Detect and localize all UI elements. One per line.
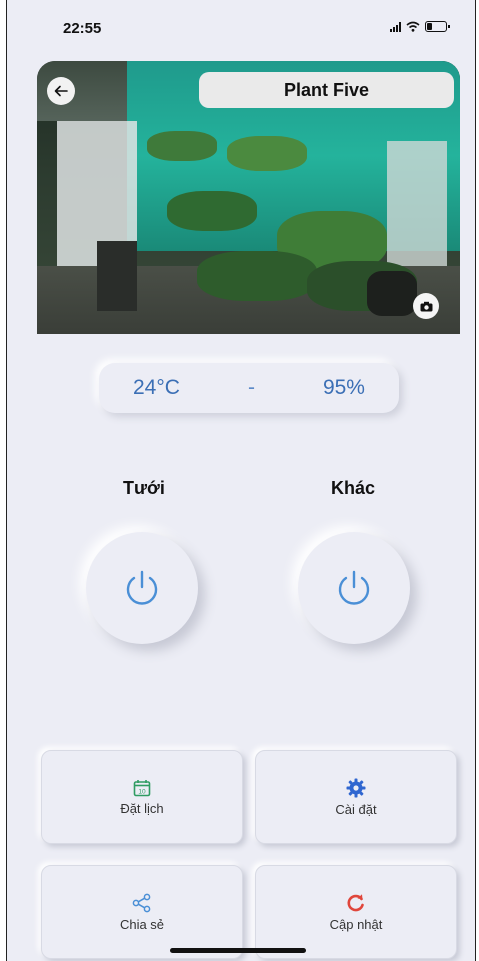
share-icon [132, 893, 151, 912]
status-time: 22:55 [63, 20, 102, 37]
camera-icon [420, 301, 432, 311]
status-icons [390, 21, 450, 32]
gear-icon [346, 778, 366, 797]
calendar-day: 10 [138, 788, 146, 795]
temperature-value: 24°C [133, 376, 180, 399]
plant-camera-image: Plant Five [37, 61, 460, 334]
schedule-tile[interactable]: 10 Đặt lịch [41, 750, 243, 844]
settings-label: Cài đặt [335, 801, 377, 817]
power-icon [126, 570, 158, 605]
update-tile[interactable]: Cập nhật [255, 865, 457, 959]
sensor-readout: 24°C - 95% [99, 363, 399, 413]
share-label: Chia sẻ [119, 916, 165, 932]
home-indicator[interactable] [170, 948, 306, 953]
camera-button[interactable] [413, 293, 439, 319]
share-tile[interactable]: Chia sẻ [41, 865, 243, 959]
update-label: Cập nhật [329, 916, 383, 932]
other-power-button[interactable] [298, 532, 410, 644]
water-label: Tưới [123, 478, 165, 498]
water-power-button[interactable] [86, 532, 198, 644]
wifi-icon [406, 21, 420, 32]
schedule-label: Đặt lịch [120, 800, 164, 816]
settings-tile[interactable]: Cài đặt [255, 750, 457, 844]
status-bar: 22:55 [7, 0, 475, 58]
refresh-icon [347, 893, 364, 911]
back-arrow-icon [54, 85, 68, 97]
back-button[interactable] [47, 77, 75, 105]
signal-icon [390, 21, 401, 32]
app-screen: 22:55 Plant Five 24°C - 95% Tưới Khác 10… [6, 0, 476, 961]
battery-icon [425, 21, 450, 32]
plant-title: Plant Five [199, 72, 454, 108]
power-icon [338, 570, 370, 605]
other-label: Khác [331, 478, 376, 498]
readout-separator: - [247, 376, 255, 399]
humidity-value: 95% [322, 376, 365, 399]
calendar-icon: 10 [133, 779, 151, 796]
